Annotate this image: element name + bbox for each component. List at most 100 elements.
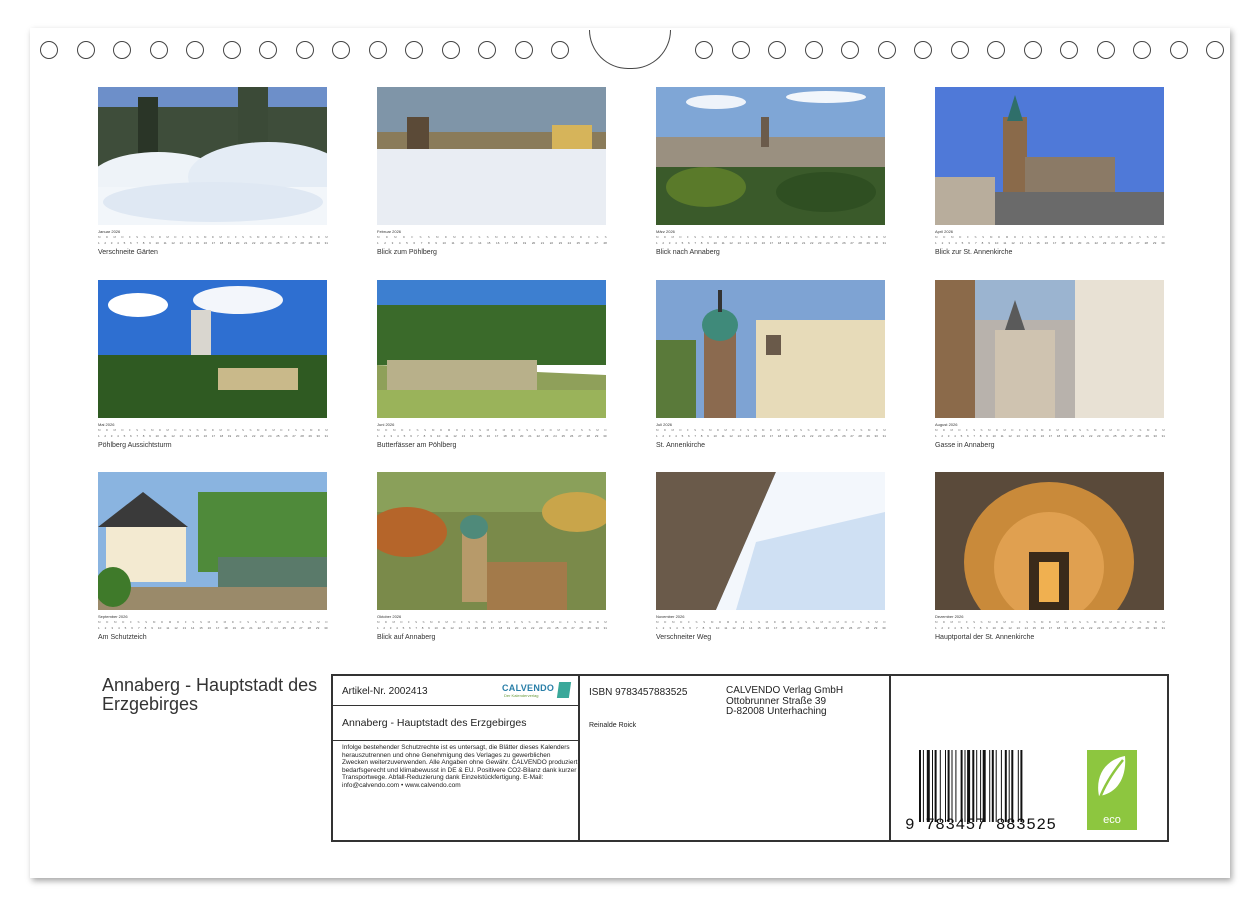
- date-number: 11: [724, 626, 728, 630]
- binding-hole: [731, 41, 750, 59]
- binding-hole: [1096, 41, 1115, 59]
- date-number: 7: [974, 241, 977, 245]
- date-number: 29: [1145, 626, 1149, 630]
- weekday-letter: D: [158, 428, 162, 432]
- weekday-letter: M: [1093, 428, 1097, 432]
- date-number: 14: [745, 434, 749, 438]
- date-number: 21: [801, 241, 806, 245]
- weekday-letter: S: [419, 235, 422, 239]
- date-number: 19: [1069, 241, 1073, 245]
- date-number: 2: [383, 626, 386, 630]
- weekday-letter: F: [234, 235, 237, 239]
- weekday-letter: F: [686, 235, 689, 239]
- weekday-letter: M: [1060, 235, 1064, 239]
- weekday-letter: M: [781, 620, 785, 624]
- date-number: 30: [882, 626, 886, 630]
- weekday-letter: M: [777, 235, 780, 239]
- weekday-letter: S: [1033, 620, 1036, 624]
- legal-notice: Infolge bestehender Schutzrechte ist es …: [342, 744, 578, 789]
- weekday-letter: M: [724, 235, 727, 239]
- date-number: 6: [129, 434, 132, 438]
- weekday-letter: D: [785, 235, 788, 239]
- weekday-letter: S: [521, 620, 524, 624]
- date-number: 5: [681, 241, 684, 245]
- month-caption: Am Schutzteich: [98, 634, 147, 641]
- eco-badge: eco: [1087, 750, 1137, 830]
- weekday-letter: S: [703, 620, 706, 624]
- weekday-letter: S: [192, 620, 195, 624]
- weekday-letter: S: [415, 620, 418, 624]
- weekday-letter: M: [1093, 620, 1097, 624]
- date-number: 2: [941, 434, 944, 438]
- date-number: 15: [199, 626, 203, 630]
- date-number: 15: [1032, 434, 1036, 438]
- date-number: 29: [873, 626, 878, 630]
- weekday-letter: M: [377, 620, 380, 624]
- date-number: 17: [211, 434, 216, 438]
- date-number: 18: [777, 241, 782, 245]
- month-photo: [656, 472, 885, 610]
- date-number: 26: [848, 626, 853, 630]
- weekday-letter: M: [1056, 620, 1059, 624]
- weekday-letter: M: [1115, 235, 1118, 239]
- date-number: 10: [155, 434, 159, 438]
- weekday-letter: M: [935, 428, 938, 432]
- weekday-letter: M: [820, 620, 823, 624]
- weekday-letter: S: [750, 620, 753, 624]
- weekday-letter: M: [1109, 428, 1112, 432]
- date-number: 22: [1089, 626, 1093, 630]
- weekday-letter: D: [227, 235, 230, 239]
- date-number: 20: [1072, 626, 1077, 630]
- date-number: 27: [850, 241, 854, 245]
- weekday-letter: M: [867, 428, 871, 432]
- weekday-letter: D: [1048, 428, 1051, 432]
- month-sheet: November 2026 M D M D F S S M D M D F S S M D M D F S S M D M D F S…: [656, 472, 886, 641]
- date-number: 9: [149, 434, 151, 438]
- date-number: 24: [547, 626, 551, 630]
- date-number: 16: [486, 434, 490, 438]
- date-number: 1: [98, 626, 100, 630]
- date-number: 13: [1016, 626, 1020, 630]
- month-name: Juli 2026: [656, 422, 673, 427]
- month-sheet: Januar 2026 M D M D F S S M D M D F S S M D M D F S S M D M D F S S M…: [98, 87, 328, 256]
- weekday-letter: F: [1018, 620, 1021, 624]
- date-number: 15: [195, 241, 199, 245]
- weekday-letter: D: [875, 428, 878, 432]
- weekday-letter: F: [1076, 235, 1079, 239]
- date-number: 9: [428, 626, 430, 630]
- weekday-letter: S: [859, 620, 862, 624]
- weekday-letter: D: [769, 235, 772, 239]
- weekday-letter: F: [792, 428, 795, 432]
- weekday-letter: S: [242, 428, 245, 432]
- date-number: 22: [1089, 434, 1093, 438]
- date-number: 31: [882, 434, 886, 438]
- date-number: 20: [240, 626, 245, 630]
- weekday-letter: S: [1132, 620, 1135, 624]
- weekday-letter: D: [828, 620, 831, 624]
- date-number: 12: [729, 434, 733, 438]
- weekday-letter: S: [545, 235, 548, 239]
- weekday-letter: F: [184, 620, 187, 624]
- weekday-letter: F: [1131, 235, 1134, 239]
- weekday-letter: D: [461, 235, 465, 239]
- date-number: 16: [1040, 434, 1045, 438]
- product-info-box: Artikel-Nr. 2002413 CALVENDO Der Kalende…: [331, 674, 1169, 842]
- date-number: 2: [941, 241, 944, 245]
- weekday-letter: M: [950, 428, 953, 432]
- weekday-letter: D: [1064, 620, 1067, 624]
- date-number: 4: [117, 241, 119, 245]
- date-number: 8: [423, 434, 426, 438]
- weekday-letter: D: [385, 428, 388, 432]
- date-number: 19: [1064, 434, 1069, 438]
- date-number: 3: [669, 626, 671, 630]
- weekday-letter: S: [475, 620, 478, 624]
- date-number: 15: [757, 626, 761, 630]
- date-number: 7: [973, 626, 976, 630]
- weekday-letter: M: [588, 620, 592, 624]
- publisher-address: CALVENDO Verlag GmbH Ottobrunner Straße …: [726, 685, 843, 718]
- month-name: August 2026: [935, 422, 958, 427]
- weekday-letter: M: [814, 428, 818, 432]
- weekday-letter: S: [805, 620, 808, 624]
- weekday-letter: D: [959, 235, 962, 239]
- date-number: 28: [603, 241, 607, 245]
